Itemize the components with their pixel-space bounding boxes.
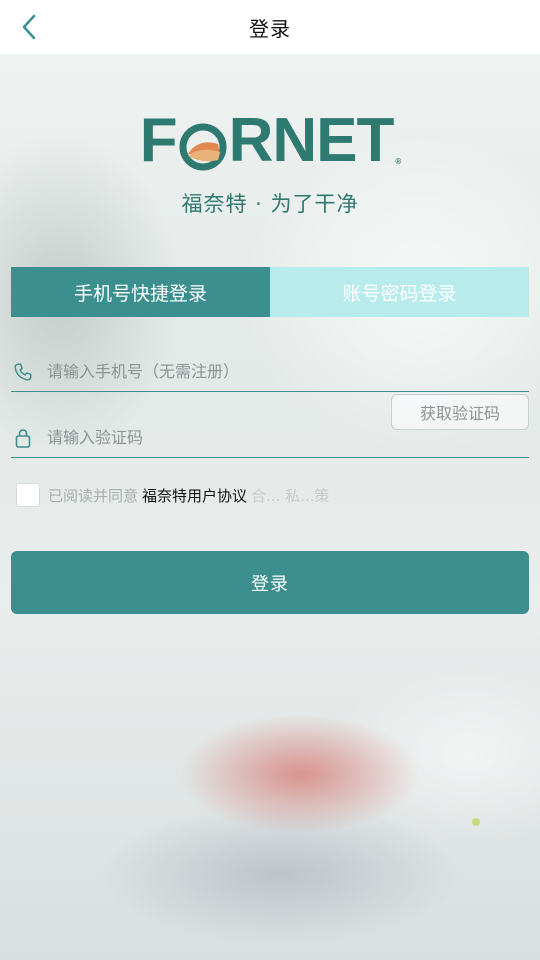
phone-field xyxy=(11,352,529,392)
fornet-logo: F RNET ® xyxy=(139,106,402,175)
lock-icon xyxy=(11,426,35,450)
agreement-checkbox[interactable] xyxy=(16,483,40,507)
agreement-prefix: 已阅读并同意 xyxy=(48,486,139,505)
logo-text-right: RNET xyxy=(228,106,395,175)
logo-text-left: F xyxy=(139,106,178,175)
page-indicator-dot xyxy=(472,818,480,826)
phone-icon xyxy=(11,360,35,384)
brand-slogan: 福奈特 · 为了干净 xyxy=(181,192,359,216)
verification-code-input[interactable] xyxy=(47,428,529,447)
verification-field: 获取验证码 xyxy=(11,394,529,458)
tab-phone-login[interactable]: 手机号快捷登录 xyxy=(11,267,270,317)
chevron-left-icon xyxy=(22,14,36,40)
back-button[interactable] xyxy=(14,12,44,42)
user-agreement-link[interactable]: 福奈特用户协议 xyxy=(142,485,247,506)
logo-o-mark-icon xyxy=(179,123,227,171)
tab-password-login[interactable]: 账号密码登录 xyxy=(270,267,529,317)
brand-block: F RNET ® 福奈特 · 为了干净 xyxy=(0,110,540,218)
page-title: 登录 xyxy=(249,16,291,41)
navigation-bar: 登录 xyxy=(0,0,540,54)
phone-input[interactable] xyxy=(47,362,529,381)
registered-mark-icon: ® xyxy=(395,157,401,166)
privacy-policy-link[interactable]: 合... 私...策 xyxy=(251,485,329,506)
agreement-row: 已阅读并同意 福奈特用户协议 合... 私...策 xyxy=(16,483,329,507)
login-button[interactable]: 登录 xyxy=(11,551,529,614)
login-method-tabs: 手机号快捷登录 账号密码登录 xyxy=(11,267,529,317)
get-code-button[interactable]: 获取验证码 xyxy=(391,394,529,430)
